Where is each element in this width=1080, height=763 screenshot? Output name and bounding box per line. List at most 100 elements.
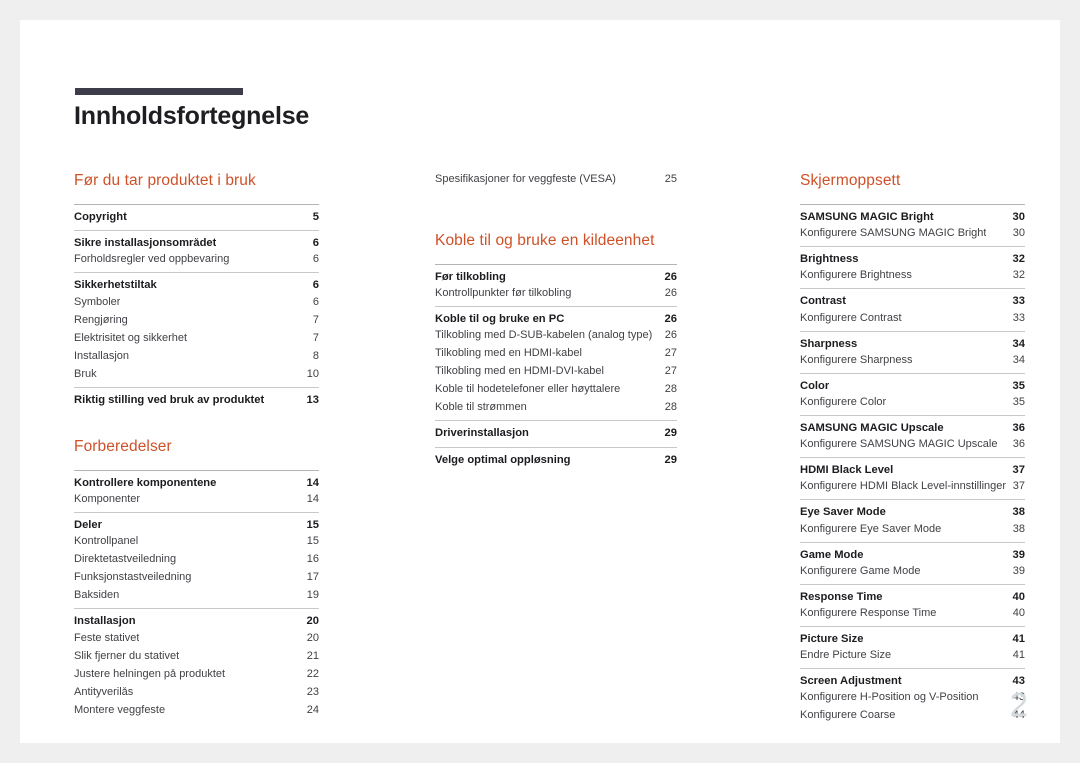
toc-entry-sub[interactable]: Symboler 6 bbox=[74, 295, 319, 312]
toc-entry-page: 7 bbox=[312, 331, 319, 344]
toc-entry-page: 38 bbox=[1012, 522, 1025, 535]
toc-entry-sub[interactable]: Tilkobling med en HDMI-DVI-kabel 27 bbox=[435, 363, 677, 381]
toc-entry-main[interactable]: Velge optimal oppløsning 29 bbox=[435, 448, 677, 473]
toc-entry-label: Konfigurere H-Position og V-Position bbox=[800, 692, 979, 704]
toc-entry-main[interactable]: Riktig stilling ved bruk av produktet 13 bbox=[74, 388, 319, 413]
toc-entry-label: Game Mode bbox=[800, 549, 864, 561]
toc-entry-sub[interactable]: Direktetastveiledning 16 bbox=[74, 551, 319, 569]
toc-entry-sub[interactable]: Koble til hodetelefoner eller høyttalere… bbox=[435, 381, 677, 399]
toc-entry-sub[interactable]: Tilkobling med D-SUB-kabelen (analog typ… bbox=[435, 328, 677, 345]
toc-entry-sub[interactable]: Konfigurere SAMSUNG MAGIC Upscale 36 bbox=[800, 437, 1025, 457]
toc-entry-sub[interactable]: Feste stativet 20 bbox=[74, 631, 319, 648]
toc-entry-sub[interactable]: Konfigurere Response Time 40 bbox=[800, 606, 1025, 626]
toc-section-heading: Skjermoppsett bbox=[800, 172, 901, 189]
toc-entry-label: SAMSUNG MAGIC Upscale bbox=[800, 423, 944, 435]
toc-entry-main[interactable]: Game Mode 39 bbox=[800, 543, 1025, 564]
toc-entry-main[interactable]: Deler 15 bbox=[74, 513, 319, 534]
toc-entry-main[interactable]: HDMI Black Level 37 bbox=[800, 458, 1025, 479]
toc-entry-sub[interactable]: Montere veggfeste 24 bbox=[74, 701, 319, 723]
toc-entry-main[interactable]: Copyright 5 bbox=[74, 205, 319, 230]
toc-entry-sub[interactable]: Justere helningen på produktet 22 bbox=[74, 665, 319, 683]
toc-entry-label: Kontrollpunkter før tilkobling bbox=[435, 288, 572, 300]
toc-entry-page: 29 bbox=[664, 453, 677, 466]
toc-entry-sub[interactable]: Komponenter 14 bbox=[74, 492, 319, 512]
toc-entry-label: Komponenter bbox=[74, 494, 141, 506]
toc-group: HDMI Black Level 37 Konfigurere HDMI Black… bbox=[800, 457, 1025, 499]
toc-entry-main[interactable]: Brightness 32 bbox=[800, 247, 1025, 268]
toc-entry-sub[interactable]: Konfigurere Brightness 32 bbox=[800, 268, 1025, 288]
toc-entry-sub[interactable]: Konfigurere Eye Saver Mode 38 bbox=[800, 522, 1025, 542]
toc-entry-label: Konfigurere Game Mode bbox=[800, 565, 921, 577]
toc-group: Koble til og bruke en PC 26 Tilkobling med… bbox=[435, 306, 677, 420]
toc-entry-sub[interactable]: Kontrollpunkter før tilkobling 26 bbox=[435, 286, 677, 306]
toc-entry-label: Funksjonstastveiledning bbox=[74, 572, 192, 584]
toc-entry-page: 27 bbox=[664, 365, 677, 378]
toc-entry-label: Konfigurere Coarse bbox=[800, 710, 896, 722]
toc-entry-page: 20 bbox=[306, 615, 319, 628]
toc-entry-page: 34 bbox=[1012, 353, 1025, 366]
toc-entry-sub[interactable]: Spesifikasjoner for veggfeste (VESA) 25 bbox=[435, 170, 677, 188]
toc-entry-page: 41 bbox=[1012, 649, 1025, 662]
toc-entry-sub[interactable]: Konfigurere H-Position og V-Position 43 bbox=[800, 690, 1025, 707]
toc-entry-sub[interactable]: Konfigurere Coarse 44 bbox=[800, 707, 1025, 729]
toc-entry-label: Riktig stilling ved bruk av produktet bbox=[74, 394, 265, 406]
toc-entry-sub[interactable]: Forholdsregler ved oppbevaring 6 bbox=[74, 252, 319, 272]
toc-entry-label: Før tilkobling bbox=[435, 272, 506, 283]
toc-entry-sub[interactable]: Konfigurere Sharpness 34 bbox=[800, 353, 1025, 373]
toc-entry-sub[interactable]: Konfigurere Color 35 bbox=[800, 395, 1025, 415]
toc-entry-main[interactable]: Kontrollere komponentene 14 bbox=[74, 471, 319, 492]
toc-entry-page: 36 bbox=[1012, 422, 1025, 435]
toc-entry-sub[interactable]: Baksiden 19 bbox=[74, 587, 319, 609]
toc-entry-label: Symboler bbox=[74, 296, 121, 308]
toc-entry-main[interactable]: Sikkerhetstiltak 6 bbox=[74, 273, 319, 294]
toc-entry-label: Konfigurere SAMSUNG MAGIC Bright bbox=[800, 228, 987, 240]
toc-entry-label: Konfigurere Brightness bbox=[800, 270, 912, 282]
toc-entry-main[interactable]: Color 35 bbox=[800, 374, 1025, 395]
toc-entry-sub[interactable]: Slik fjerner du stativet 21 bbox=[74, 647, 319, 665]
toc-entry-page: 40 bbox=[1012, 607, 1025, 620]
toc-entry-sub[interactable]: Bruk 10 bbox=[74, 365, 319, 387]
toc-entry-sub[interactable]: Kontrollpanel 15 bbox=[74, 534, 319, 551]
toc-entry-main[interactable]: Picture Size 41 bbox=[800, 627, 1025, 648]
toc-section: Før du tar produktet i bruk Copyright 5 Sik… bbox=[74, 172, 319, 413]
toc-entry-main[interactable]: Driverinstallasjon 29 bbox=[435, 421, 677, 446]
toc-entry-main[interactable]: Response Time 40 bbox=[800, 585, 1025, 606]
toc-entry-page: 29 bbox=[664, 427, 677, 440]
toc-entry-sub[interactable]: Funksjonstastveiledning 17 bbox=[74, 569, 319, 587]
toc-entry-sub[interactable]: Rengjøring 7 bbox=[74, 311, 319, 329]
toc-group: Response Time 40 Konfigurere Response Time… bbox=[800, 583, 1025, 626]
toc-entry-sub[interactable]: Elektrisitet og sikkerhet 7 bbox=[74, 329, 319, 347]
toc-entry-label: Rengjøring bbox=[74, 314, 128, 326]
toc-entry-sub[interactable]: Tilkobling med en HDMI-kabel 27 bbox=[435, 345, 677, 363]
toc-entry-main[interactable]: SAMSUNG MAGIC Upscale 36 bbox=[800, 416, 1025, 437]
toc-group: SAMSUNG MAGIC Upscale 36 Konfigurere SAMSU… bbox=[800, 415, 1025, 457]
toc-entry-main[interactable]: Contrast 33 bbox=[800, 289, 1025, 310]
toc-entry-main[interactable]: Før tilkobling 26 bbox=[435, 265, 677, 286]
toc-entry-main[interactable]: Sikre installasjonsområdet 6 bbox=[74, 231, 319, 252]
toc-entry-sub[interactable]: Konfigurere HDMI Black Level-innstilling… bbox=[800, 479, 1025, 499]
toc-group: Screen Adjustment 43 Konfigurere H-Positio… bbox=[800, 668, 1025, 728]
toc-entry-sub[interactable]: Konfigurere Game Mode 39 bbox=[800, 564, 1025, 584]
toc-entry-main[interactable]: Screen Adjustment 43 bbox=[800, 669, 1025, 690]
toc-entry-page: 35 bbox=[1012, 396, 1025, 409]
toc-entry-main[interactable]: Eye Saver Mode 38 bbox=[800, 500, 1025, 521]
toc-entry-label: Picture Size bbox=[800, 634, 864, 646]
toc-entry-main[interactable]: SAMSUNG MAGIC Bright 30 bbox=[800, 205, 1025, 226]
toc-entry-label: Driverinstallasjon bbox=[435, 428, 529, 440]
page-title: Innholdsfortegnelse bbox=[74, 102, 310, 130]
toc-entry-page: 40 bbox=[1012, 590, 1025, 603]
toc-entry-sub[interactable]: Installasjon 8 bbox=[74, 347, 319, 365]
toc-entry-sub[interactable]: Antityverilås 23 bbox=[74, 683, 319, 701]
toc-entry-sub[interactable]: Endre Picture Size 41 bbox=[800, 648, 1025, 668]
toc-entry-sub[interactable]: Koble til strømmen 28 bbox=[435, 399, 677, 421]
toc-entry-label: Konfigurere Response Time bbox=[800, 608, 937, 620]
toc-entry-page: 30 bbox=[1012, 211, 1025, 223]
toc-entry-main[interactable]: Installasjon 20 bbox=[74, 609, 319, 630]
toc-entry-sub[interactable]: Konfigurere SAMSUNG MAGIC Bright 30 bbox=[800, 226, 1025, 246]
toc-group: SAMSUNG MAGIC Bright 30 Konfigurere SAMSUN… bbox=[800, 204, 1025, 246]
toc-entry-label: HDMI Black Level bbox=[800, 465, 894, 477]
toc-entry-sub[interactable]: Konfigurere Contrast 33 bbox=[800, 311, 1025, 331]
toc-entry-main[interactable]: Sharpness 34 bbox=[800, 332, 1025, 353]
toc-entry-main[interactable]: Koble til og bruke en PC 26 bbox=[435, 307, 677, 328]
toc-group: Kontrollere komponentene 14 Komponenter 14 bbox=[74, 470, 319, 512]
